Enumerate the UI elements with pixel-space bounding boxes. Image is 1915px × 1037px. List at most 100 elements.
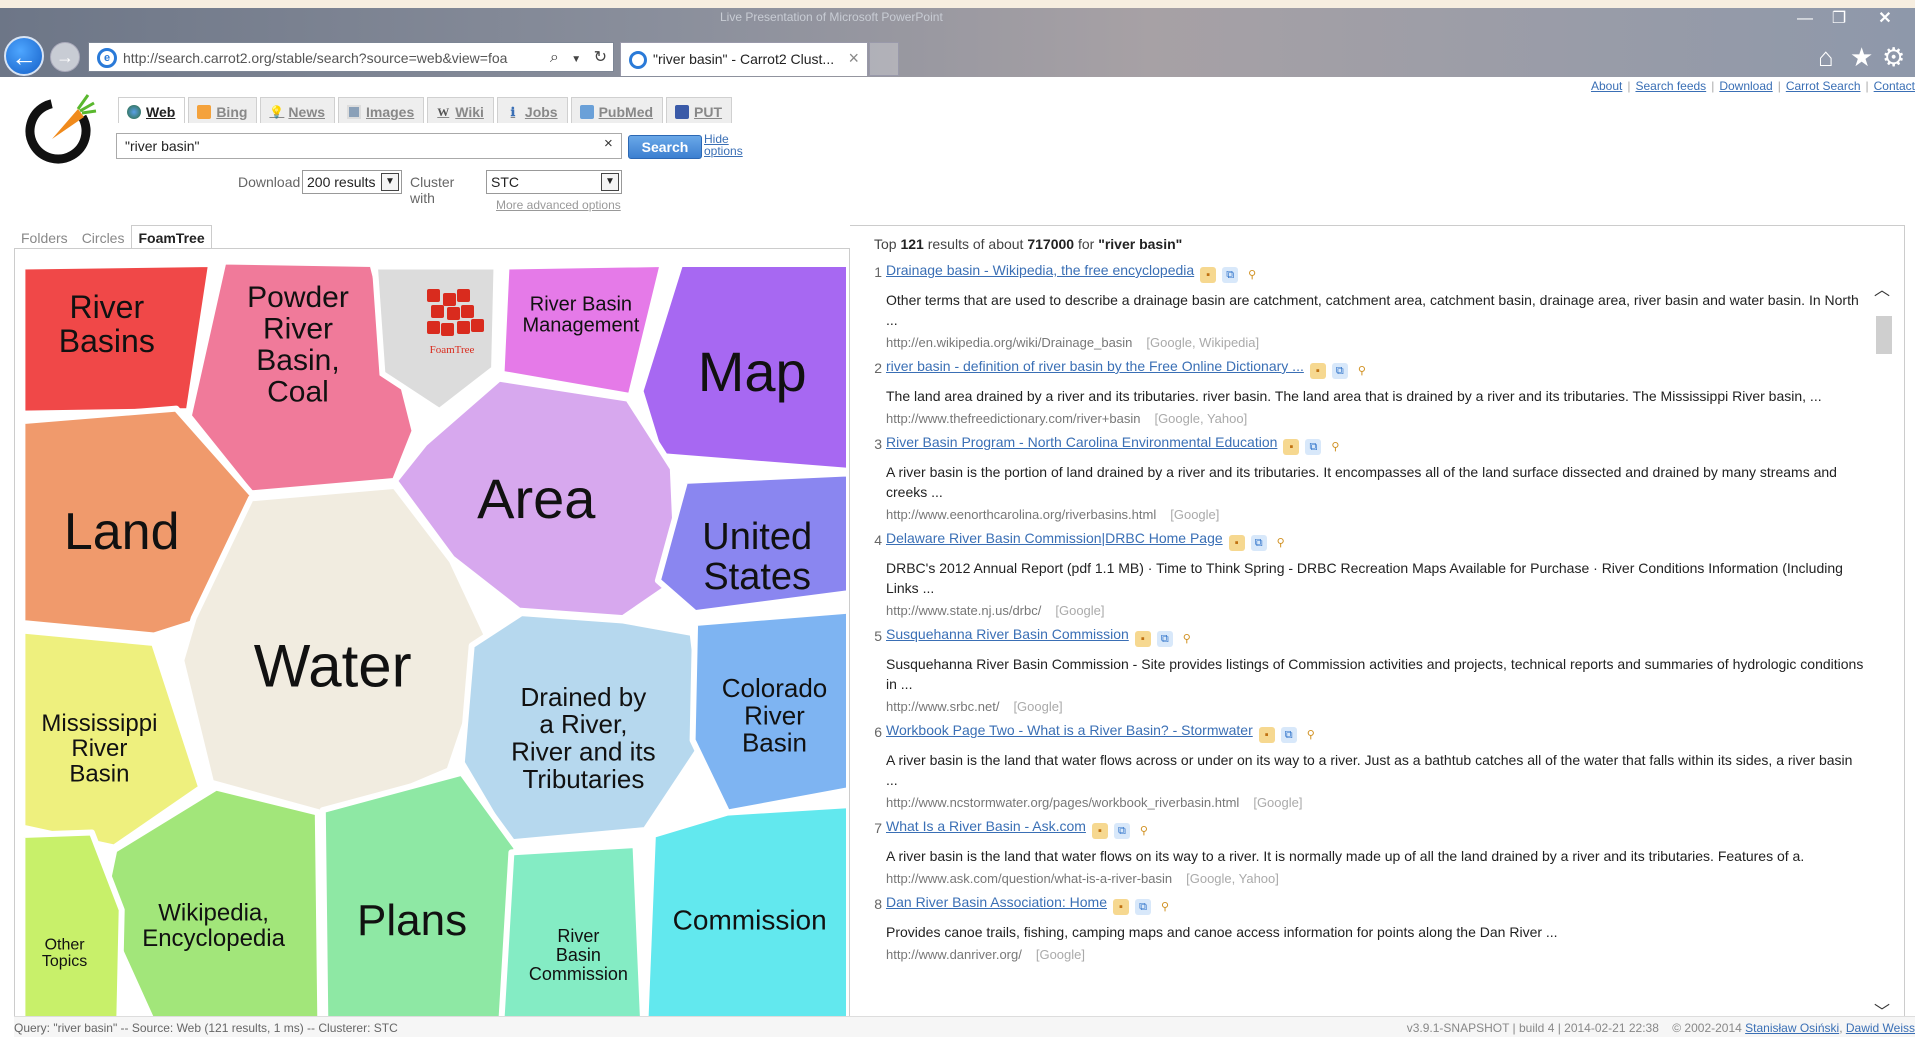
preview-magnifier-icon[interactable]: ⚲ (1354, 363, 1370, 379)
foamtree-cluster-label: Plans (357, 896, 467, 945)
result-number: 1 (874, 264, 882, 280)
favorites-star-icon[interactable]: ★ (1850, 42, 1873, 73)
cluster-icon[interactable]: ▪ (1283, 439, 1300, 455)
foamtree-cluster-cell[interactable] (19, 829, 125, 1023)
carrot-search-link[interactable]: Carrot Search (1786, 79, 1861, 93)
put-icon (675, 105, 690, 119)
result-title-link[interactable]: Workbook Page Two - What is a River Basi… (886, 722, 1253, 738)
preview-magnifier-icon[interactable]: ⚲ (1327, 439, 1343, 455)
query-input[interactable]: "river basin" (116, 133, 622, 159)
scroll-up-icon[interactable]: ︿ (1874, 276, 1890, 300)
forward-button[interactable]: → (50, 42, 80, 72)
back-button[interactable]: ← (4, 36, 44, 76)
result-item: 8 Dan River Basin Association: Home ▪ ⧉ ⚲ Pro… (858, 894, 1868, 962)
open-new-window-icon[interactable]: ⧉ (1156, 631, 1173, 647)
preview-magnifier-icon[interactable]: ⚲ (1244, 267, 1260, 283)
foamtree-cluster-label: Drained by a River, River and its Tributari… (511, 682, 656, 794)
tab-title: "river basin" - Carrot2 Clust... (653, 51, 835, 67)
contact-link[interactable]: Contact (1874, 79, 1915, 93)
download-link[interactable]: Download (1719, 79, 1772, 93)
author-link-1[interactable]: Stanisław Osiński (1745, 1021, 1839, 1035)
result-title-link[interactable]: Dan River Basin Association: Home (886, 894, 1107, 910)
restore-button[interactable]: ❐ (1824, 8, 1854, 30)
preview-magnifier-icon[interactable]: ⚲ (1136, 823, 1152, 839)
hide-options-link[interactable]: Hide options (704, 133, 764, 157)
clear-query-icon[interactable]: × (604, 135, 613, 152)
result-sources: [Google] (1170, 507, 1220, 522)
foamtree-cluster-label: United States (702, 516, 812, 598)
dropdown-icon[interactable]: ▼ (571, 54, 581, 65)
search-icon[interactable]: ⌕ (550, 49, 559, 66)
chevron-down-icon: ▼ (381, 173, 399, 191)
result-sources: [Google, Wikipedia] (1146, 335, 1260, 350)
foamtree-cluster-label: Commission (673, 905, 827, 936)
clusterer-select[interactable]: STC ▼ (486, 170, 622, 194)
open-new-window-icon[interactable]: ⧉ (1222, 267, 1239, 283)
preview-magnifier-icon[interactable]: ⚲ (1273, 535, 1289, 551)
preview-magnifier-icon[interactable]: ⚲ (1157, 899, 1173, 915)
cluster-icon[interactable]: ▪ (1200, 267, 1217, 283)
tab-images[interactable]: Images (338, 97, 425, 123)
search-button[interactable]: Search (628, 135, 702, 159)
result-title-link[interactable]: Delaware River Basin Commission|DRBC Hom… (886, 530, 1223, 546)
tab-pubmed[interactable]: PubMed (570, 97, 664, 123)
results-scrollbar[interactable]: ︿ ﹀ (1874, 276, 1894, 1022)
address-url[interactable]: http://search.carrot2.org/stable/search?… (123, 50, 523, 66)
cluster-icon[interactable]: ▪ (1113, 899, 1129, 915)
tab-put[interactable]: PUT (666, 97, 733, 123)
browser-chrome: Live Presentation of Microsoft PowerPoin… (0, 0, 1915, 77)
result-sources: [Google] (1253, 795, 1303, 810)
author-link-2[interactable]: Dawid Weiss (1846, 1021, 1915, 1035)
result-snippet: A river basin is the portion of land dra… (886, 464, 1837, 500)
settings-gear-icon[interactable]: ⚙ (1882, 42, 1905, 73)
search-feeds-link[interactable]: Search feeds (1635, 79, 1706, 93)
result-sources: [Google, Yahoo] (1154, 411, 1248, 426)
more-advanced-options-link[interactable]: More advanced options (496, 198, 621, 212)
cluster-icon[interactable]: ▪ (1228, 535, 1245, 551)
open-new-window-icon[interactable]: ⧉ (1331, 363, 1348, 379)
download-select[interactable]: 200 results ▼ (302, 170, 402, 194)
result-title-link[interactable]: What Is a River Basin - Ask.com (886, 818, 1086, 834)
result-number: 8 (874, 896, 882, 912)
open-new-window-icon[interactable]: ⧉ (1135, 899, 1151, 915)
result-title-link[interactable]: Drainage basin - Wikipedia, the free enc… (886, 262, 1194, 278)
home-icon[interactable]: ⌂ (1818, 42, 1834, 73)
open-new-window-icon[interactable]: ⧉ (1280, 727, 1297, 743)
tab-jobs[interactable]: ℹ Jobs (496, 97, 568, 123)
open-new-window-icon[interactable]: ⧉ (1305, 439, 1322, 455)
tab-wiki[interactable]: W Wiki (427, 97, 494, 123)
tab-web[interactable]: Web (118, 97, 186, 123)
preview-magnifier-icon[interactable]: ⚲ (1303, 727, 1319, 743)
open-new-window-icon[interactable]: ⧉ (1250, 535, 1267, 551)
carrot2-logo[interactable] (22, 89, 100, 167)
tab-bing[interactable]: Bing (188, 97, 258, 123)
preview-magnifier-icon[interactable]: ⚲ (1179, 631, 1195, 647)
result-number: 2 (874, 360, 882, 376)
result-title-link[interactable]: Susquehanna River Basin Commission (886, 626, 1129, 642)
scrollbar-thumb[interactable] (1876, 316, 1892, 354)
close-window-button[interactable]: ✕ (1870, 8, 1900, 30)
tab-news[interactable]: 💡 News (260, 97, 335, 123)
about-link[interactable]: About (1591, 79, 1622, 93)
foamtree-panel: River Basins Powder River Basin, Coal River Ba… (14, 248, 850, 1028)
minimize-button[interactable]: — (1790, 8, 1820, 30)
open-new-window-icon[interactable]: ⧉ (1113, 823, 1130, 839)
result-title-link[interactable]: river basin - definition of river basin … (886, 358, 1304, 374)
new-tab-button[interactable] (869, 42, 899, 76)
window-top-strip (0, 0, 1915, 8)
browser-tab[interactable]: "river basin" - Carrot2 Clust... × (620, 42, 868, 76)
result-title-link[interactable]: River Basin Program - North Carolina Env… (886, 434, 1277, 450)
refresh-icon[interactable]: ↻ (594, 49, 607, 66)
address-bar[interactable]: e http://search.carrot2.org/stable/searc… (88, 42, 614, 72)
foamtree-visualization[interactable]: River BasinsPowder River Basin, CoalRiver Ba… (15, 249, 849, 1027)
result-sources: [Google] (1055, 603, 1105, 618)
cluster-icon[interactable]: ▪ (1309, 363, 1326, 379)
cluster-icon[interactable]: ▪ (1134, 631, 1151, 647)
result-sources: [Google] (1035, 947, 1085, 962)
cluster-icon[interactable]: ▪ (1258, 727, 1275, 743)
result-url: http://www.ask.com/question/what-is-a-ri… (886, 871, 1173, 886)
cluster-icon[interactable]: ▪ (1091, 823, 1108, 839)
close-tab-icon[interactable]: × (848, 48, 859, 69)
foamtree-cluster-label: River Basin Management (523, 293, 640, 336)
result-snippet: Provides canoe trails, fishing, camping … (886, 924, 1558, 940)
